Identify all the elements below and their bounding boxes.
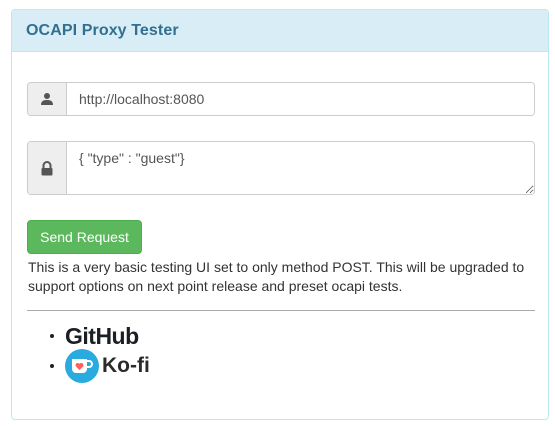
body-input-group: { "type" : "guest"} (27, 141, 535, 195)
list-item: GitHub (50, 322, 150, 350)
kofi-label: Ko-fi (102, 354, 150, 377)
tester-panel: OCAPI Proxy Tester { "type" : "guest"} S… (11, 9, 549, 420)
description-text: This is a very basic testing UI set to o… (28, 259, 525, 294)
panel-title: OCAPI Proxy Tester (26, 21, 179, 39)
lock-icon (28, 142, 67, 194)
kofi-link[interactable]: Ko-fi (65, 349, 150, 383)
url-input[interactable] (67, 83, 534, 115)
list-item: Ko-fi (50, 349, 150, 383)
request-body-textarea[interactable]: { "type" : "guest"} (67, 142, 534, 194)
panel-heading: OCAPI Proxy Tester (12, 10, 548, 52)
kofi-cup-icon (65, 349, 99, 383)
github-link[interactable]: GitHub (65, 323, 139, 350)
user-icon (28, 83, 67, 115)
divider (27, 310, 535, 311)
links-list: GitHub Ko-fi (50, 322, 150, 383)
bullet (50, 334, 54, 338)
bullet (50, 364, 54, 368)
url-input-group (27, 82, 535, 116)
send-request-button[interactable]: Send Request (27, 220, 142, 254)
